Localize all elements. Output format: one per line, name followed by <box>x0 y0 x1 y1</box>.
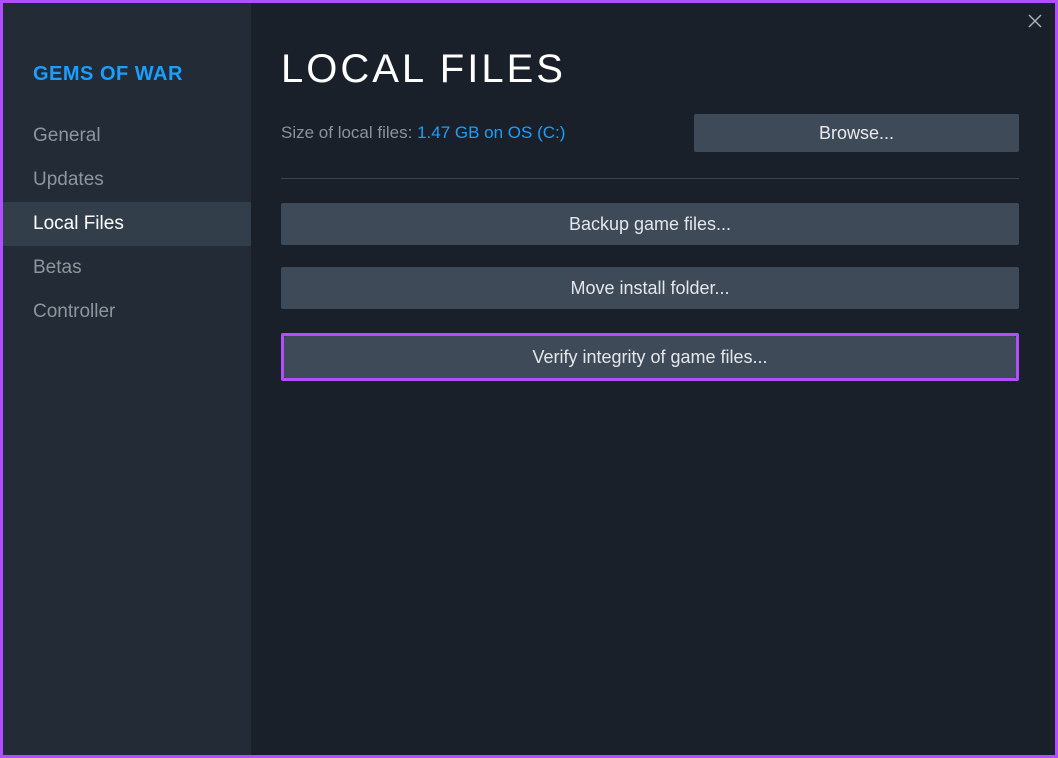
browse-button[interactable]: Browse... <box>694 114 1019 152</box>
backup-button[interactable]: Backup game files... <box>281 203 1019 245</box>
sidebar-item-label: Local Files <box>33 213 124 234</box>
sidebar-item-controller[interactable]: Controller <box>3 290 251 334</box>
properties-window: GEMS OF WAR General Updates Local Files … <box>0 0 1058 758</box>
size-label: Size of local files: <box>281 123 417 142</box>
close-icon <box>1028 14 1042 28</box>
move-install-button[interactable]: Move install folder... <box>281 267 1019 309</box>
size-value: 1.47 GB on OS (C:) <box>417 123 565 142</box>
sidebar-item-local-files[interactable]: Local Files <box>3 202 251 246</box>
verify-integrity-button[interactable]: Verify integrity of game files... <box>284 336 1016 378</box>
sidebar-item-label: Controller <box>33 301 115 322</box>
size-row: Size of local files: 1.47 GB on OS (C:) … <box>281 114 1019 152</box>
sidebar-item-label: Updates <box>33 169 104 190</box>
size-text: Size of local files: 1.47 GB on OS (C:) <box>281 123 565 143</box>
sidebar-item-betas[interactable]: Betas <box>3 246 251 290</box>
sidebar-item-general[interactable]: General <box>3 114 251 158</box>
sidebar-item-label: Betas <box>33 257 82 278</box>
main-panel: LOCAL FILES Size of local files: 1.47 GB… <box>251 3 1055 755</box>
verify-highlight: Verify integrity of game files... <box>281 333 1019 381</box>
divider <box>281 178 1019 179</box>
sidebar-item-label: General <box>33 125 101 146</box>
sidebar: GEMS OF WAR General Updates Local Files … <box>3 3 251 755</box>
sidebar-item-updates[interactable]: Updates <box>3 158 251 202</box>
page-title: LOCAL FILES <box>281 47 1019 92</box>
app-title: GEMS OF WAR <box>3 53 251 114</box>
close-button[interactable] <box>1025 11 1045 31</box>
